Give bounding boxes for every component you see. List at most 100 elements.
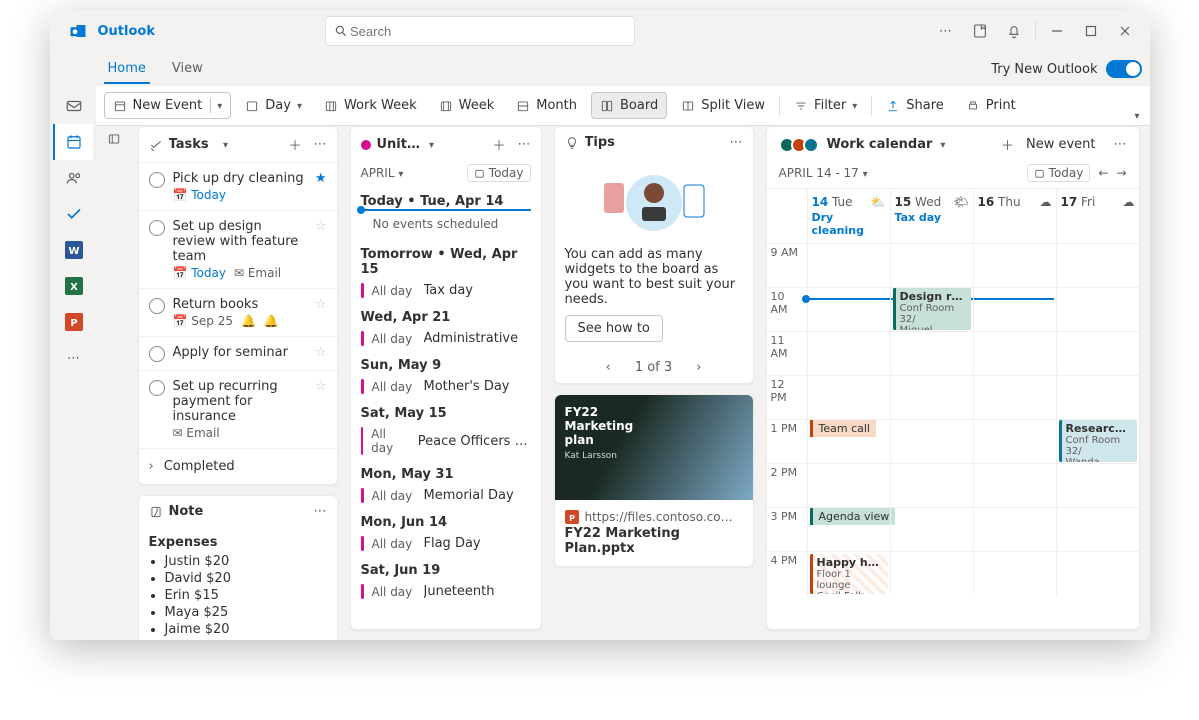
task-checkbox[interactable] (149, 172, 165, 188)
split-view-button[interactable]: Split View (673, 93, 773, 118)
calendar-cell[interactable] (973, 243, 1056, 287)
note-body[interactable]: Expenses Justin $20David $20Erin $15Maya… (139, 527, 337, 640)
add-task-icon[interactable] (289, 135, 302, 154)
filter-button[interactable]: Filter (786, 93, 865, 118)
today-button[interactable]: Today (467, 164, 531, 182)
window-close-icon[interactable] (1108, 14, 1142, 48)
star-icon[interactable]: ☆ (315, 379, 327, 440)
week-button[interactable]: Week (431, 93, 503, 118)
rail-excel-icon[interactable]: X (53, 268, 93, 304)
calendar-cell[interactable] (973, 463, 1056, 507)
calendar-cell[interactable] (973, 375, 1056, 419)
calendar-cell[interactable]: Happy hourFloor 1 loungeCecil Folk (807, 551, 890, 595)
calendar-cell[interactable] (890, 243, 973, 287)
tasks-more-icon[interactable] (314, 137, 327, 152)
chevron-down-icon[interactable] (863, 166, 868, 180)
calendar-cell[interactable] (1056, 507, 1139, 551)
calendar-cell[interactable] (807, 243, 890, 287)
add-holiday-icon[interactable] (493, 135, 506, 154)
chevron-down-icon[interactable] (297, 98, 302, 113)
calendar-cell[interactable] (890, 331, 973, 375)
board-button[interactable]: Board (591, 92, 667, 119)
new-event-button[interactable]: New Event (104, 92, 232, 119)
calendar-cell[interactable] (973, 331, 1056, 375)
rail-mail-icon[interactable] (53, 88, 93, 124)
event-happy-hour[interactable]: Happy hourFloor 1 loungeCecil Folk (810, 554, 888, 594)
share-button[interactable]: Share (878, 93, 952, 118)
calendar-cell[interactable] (1056, 243, 1139, 287)
try-new-outlook-toggle[interactable] (1106, 60, 1142, 78)
calendar-cell[interactable] (807, 331, 890, 375)
task-checkbox[interactable] (149, 346, 165, 362)
calendar-cell[interactable] (1056, 375, 1139, 419)
calendar-cell[interactable] (890, 463, 973, 507)
tab-home[interactable]: Home (104, 55, 150, 84)
holiday-event[interactable]: All dayAdministrative (351, 327, 541, 352)
task-item[interactable]: Apply for seminar☆ (139, 336, 337, 370)
chevron-down-icon[interactable] (223, 137, 228, 152)
day-view-button[interactable]: Day (237, 93, 310, 118)
calendar-cell[interactable]: Agenda view (807, 507, 890, 551)
holiday-event[interactable]: All dayTax day (351, 279, 541, 304)
calendar-cell[interactable] (890, 507, 973, 551)
calendar-cell[interactable] (1056, 287, 1139, 331)
day-header[interactable]: 15 Wed🌤Tax day (890, 189, 973, 243)
day-header[interactable]: 14 Tue⛅Dry cleaning (807, 189, 890, 243)
notifications-icon[interactable] (997, 14, 1031, 48)
star-icon[interactable]: ☆ (315, 219, 327, 280)
task-checkbox[interactable] (149, 298, 165, 314)
calendar-cell[interactable] (890, 551, 973, 595)
event-research-plan[interactable]: Research planConf Room 32/Wanda Howard (1059, 420, 1137, 462)
rail-powerpoint-icon[interactable]: P (53, 304, 93, 340)
event-team-call[interactable]: Team call (810, 420, 876, 437)
star-icon[interactable]: ★ (315, 171, 327, 202)
holidays-more-icon[interactable] (518, 137, 531, 152)
event-agenda-view[interactable]: Agenda view (810, 508, 896, 525)
search-box[interactable] (325, 16, 635, 46)
calendar-cell[interactable]: Team call (807, 419, 890, 463)
task-checkbox[interactable] (149, 220, 165, 236)
window-maximize-icon[interactable] (1074, 14, 1108, 48)
star-icon[interactable]: ☆ (315, 345, 327, 362)
calendar-cell[interactable] (807, 287, 890, 331)
day-header[interactable]: 16 Thu☁ (973, 189, 1056, 243)
tips-cta-button[interactable]: See how to (565, 315, 663, 342)
window-minimize-icon[interactable] (1040, 14, 1074, 48)
event-design-review[interactable]: Design reviewConf Room 32/Miguel Garcia (893, 288, 971, 330)
task-item[interactable]: Set up recurring payment for insurance✉ … (139, 370, 337, 448)
holiday-event[interactable]: All dayMemorial Day (351, 484, 541, 509)
calendar-cell[interactable]: Design reviewConf Room 32/Miguel Garcia (890, 287, 973, 331)
task-item[interactable]: Pick up dry cleaning📅 Today★ (139, 162, 337, 210)
rail-word-icon[interactable]: W (53, 232, 93, 268)
work-week-button[interactable]: Work Week (316, 93, 425, 118)
calendar-next-icon[interactable]: → (1116, 166, 1126, 180)
rail-todo-icon[interactable] (53, 196, 93, 232)
calendar-new-event-button[interactable]: New event (1026, 137, 1096, 152)
rail-people-icon[interactable] (53, 160, 93, 196)
calendar-cell[interactable] (890, 375, 973, 419)
calendar-cell[interactable] (1056, 463, 1139, 507)
file-widget[interactable]: FY22 Marketing plan Kat Larsson P https:… (554, 394, 754, 567)
note-header-icon[interactable] (963, 14, 997, 48)
month-label[interactable]: APRIL (361, 166, 395, 180)
calendar-cell[interactable] (973, 287, 1056, 331)
calendar-prev-icon[interactable]: ← (1098, 166, 1108, 180)
panel-toggle-icon[interactable] (102, 126, 126, 630)
calendar-cell[interactable] (807, 463, 890, 507)
task-checkbox[interactable] (149, 380, 165, 396)
calendar-cell[interactable] (807, 375, 890, 419)
search-input[interactable] (348, 23, 626, 40)
chevron-down-icon[interactable] (852, 98, 857, 113)
calendar-range[interactable]: APRIL 14 - 17 (779, 166, 859, 180)
holiday-event[interactable]: All dayPeace Officers Me... (351, 423, 541, 461)
calendar-cell[interactable] (973, 551, 1056, 595)
day-header[interactable]: 17 Fri☁ (1056, 189, 1139, 243)
holiday-event[interactable]: All dayMother's Day (351, 375, 541, 400)
tips-more-icon[interactable] (730, 135, 743, 150)
calendar-cell[interactable] (973, 507, 1056, 551)
chevron-down-icon[interactable] (429, 137, 434, 152)
note-more-icon[interactable] (314, 504, 327, 519)
rail-more-icon[interactable] (53, 340, 93, 376)
chevron-down-icon[interactable] (210, 98, 222, 113)
print-button[interactable]: Print (958, 93, 1024, 118)
